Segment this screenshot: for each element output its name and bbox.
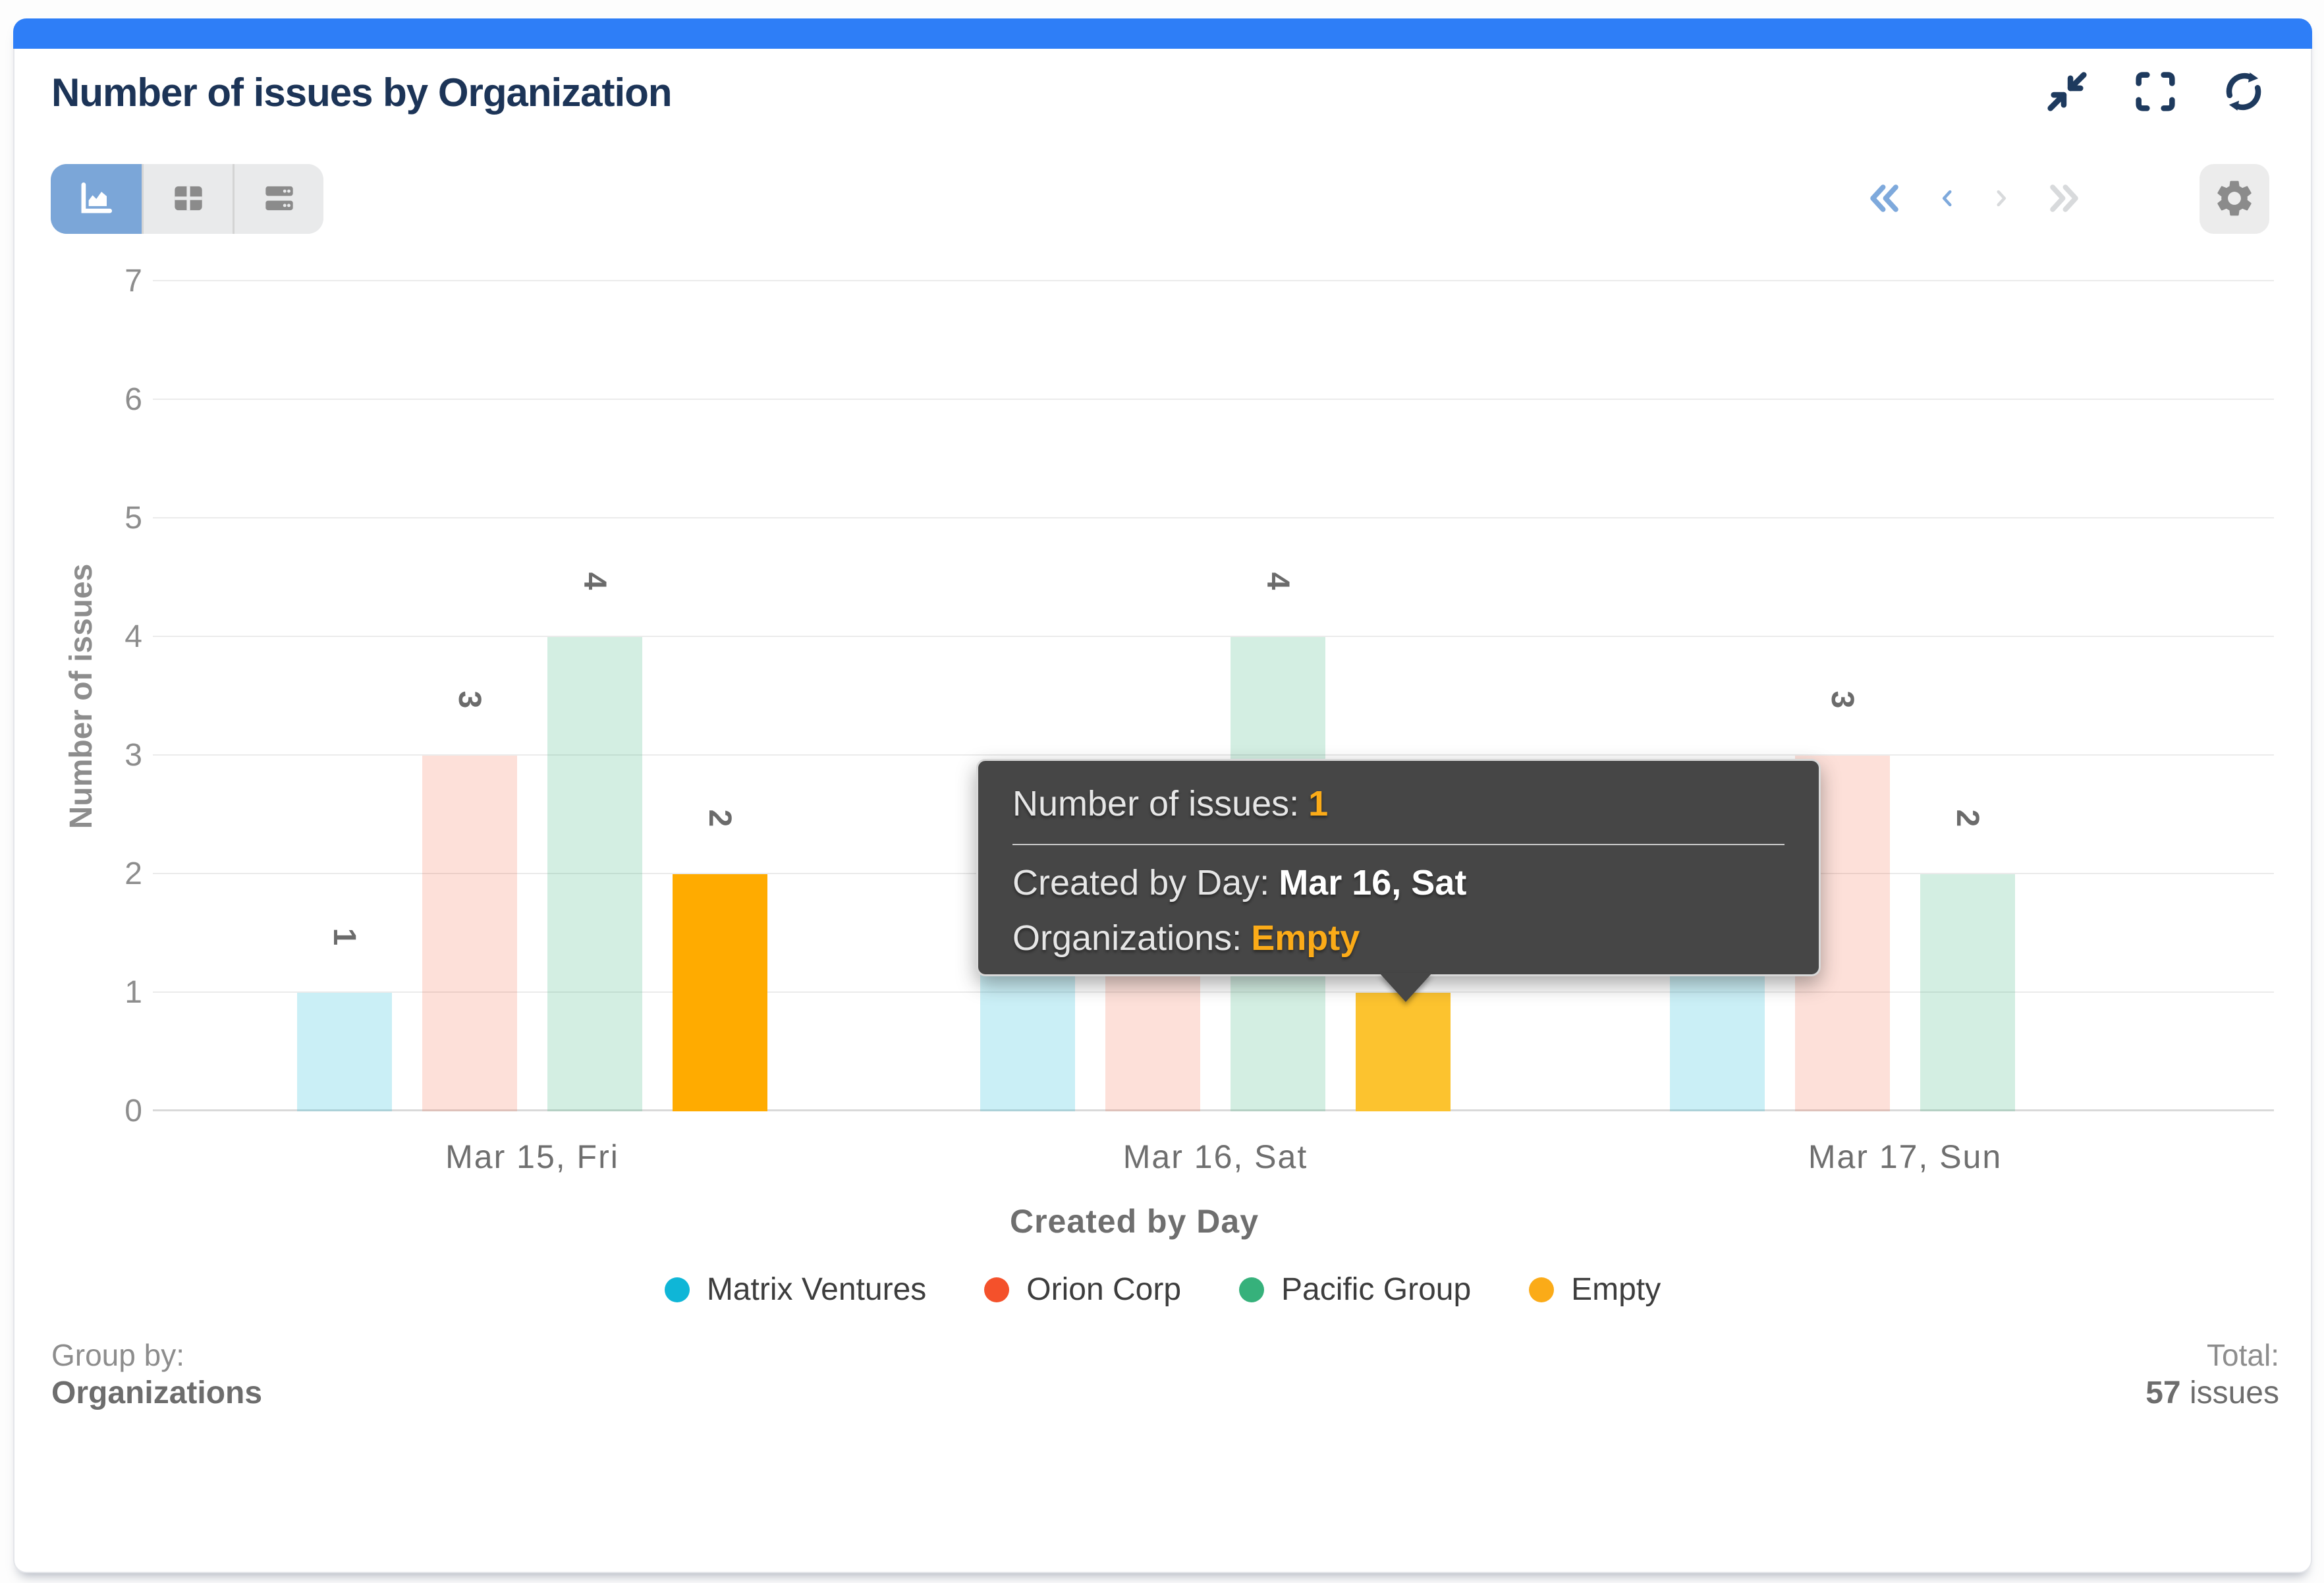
bar-value-label-empty-0: 2 <box>700 771 740 866</box>
settings-button[interactable] <box>2200 164 2269 234</box>
legend-item-empty[interactable]: Empty <box>1529 1271 1661 1308</box>
legend-item-orion-corp[interactable]: Orion Corp <box>984 1271 1181 1308</box>
y-tick-7: 7 <box>70 262 142 300</box>
tooltip-separator <box>1012 844 1784 845</box>
double-chevron-right-icon <box>2045 177 2083 221</box>
bar-value-label-matrix-ventures-0: 1 <box>325 889 364 984</box>
total-value: 57 issues <box>2145 1374 2279 1412</box>
view-chart-button[interactable] <box>51 164 142 234</box>
legend-dot-pacific-group <box>1239 1277 1264 1302</box>
table-icon <box>168 178 209 221</box>
bar-orion-corp-0[interactable] <box>422 756 517 1111</box>
y-tick-0: 0 <box>70 1092 142 1130</box>
report-card: Number of issues by Organization <box>13 18 2312 1573</box>
legend-label-empty: Empty <box>1571 1271 1661 1308</box>
x-label-2: Mar 17, Sun <box>1707 1138 2103 1176</box>
legend-dot-empty <box>1529 1277 1554 1302</box>
view-toggle <box>51 164 323 234</box>
legend-dot-orion-corp <box>984 1277 1009 1302</box>
chart-plot-area: 12232344221 <box>153 281 2274 1111</box>
legend-label-matrix-ventures: Matrix Ventures <box>707 1271 926 1308</box>
fullscreen-icon <box>2130 67 2180 119</box>
tooltip-issues-label: Number of issues: <box>1012 784 1299 823</box>
chevron-left-icon <box>1936 177 1958 221</box>
tooltip-org-value: Empty <box>1251 918 1360 958</box>
bar-pacific-group-2[interactable] <box>1920 874 2015 1111</box>
gridline-7 <box>153 280 2274 281</box>
collapse-button[interactable] <box>2041 66 2093 119</box>
y-tick-6: 6 <box>70 381 142 419</box>
gridline-4 <box>153 636 2274 637</box>
last-page-button <box>2045 176 2083 222</box>
chevron-right-icon <box>1990 177 2012 221</box>
header-icons <box>2041 66 2270 119</box>
x-label-0: Mar 15, Fri <box>335 1138 730 1176</box>
legend-dot-matrix-ventures <box>665 1277 690 1302</box>
bar-value-label-pacific-group-2: 2 <box>1948 771 1987 866</box>
bar-matrix-ventures-0[interactable] <box>297 993 392 1111</box>
group-by-summary: Group by: Organizations <box>51 1336 262 1412</box>
x-label-1: Mar 16, Sat <box>1018 1138 1413 1176</box>
next-page-button <box>1990 176 2012 222</box>
bar-value-label-orion-corp-0: 3 <box>450 652 489 747</box>
bar-value-label-orion-corp-2: 3 <box>1823 652 1862 747</box>
first-page-button[interactable] <box>1866 176 1904 222</box>
double-chevron-left-icon <box>1866 177 1904 221</box>
legend-item-pacific-group[interactable]: Pacific Group <box>1239 1271 1471 1308</box>
gridline-6 <box>153 399 2274 400</box>
legend-label-orion-corp: Orion Corp <box>1026 1271 1181 1308</box>
area-chart-icon <box>76 178 117 221</box>
y-tick-4: 4 <box>70 618 142 656</box>
group-by-label: Group by: <box>51 1336 262 1374</box>
bar-value-label-pacific-group-0: 4 <box>575 534 615 628</box>
y-tick-1: 1 <box>70 974 142 1012</box>
tooltip-day-label: Created by Day: <box>1012 863 1269 903</box>
refresh-icon <box>2219 67 2269 119</box>
x-axis-title: Created by Day <box>871 1202 1398 1240</box>
rows-icon <box>259 178 300 221</box>
bar-empty-1[interactable] <box>1356 993 1451 1111</box>
view-rows-button[interactable] <box>233 164 323 234</box>
total-summary: Total: 57 issues <box>2145 1336 2279 1412</box>
y-tick-3: 3 <box>70 736 142 775</box>
tooltip-pointer <box>1379 973 1432 1002</box>
tooltip-org-label: Organizations: <box>1012 918 1242 958</box>
screen: { "header": { "title": "Number of issues… <box>0 0 2324 1583</box>
tooltip-org-row: Organizations:Empty <box>1012 918 1784 958</box>
legend-item-matrix-ventures[interactable]: Matrix Ventures <box>665 1271 926 1308</box>
fullscreen-button[interactable] <box>2129 66 2182 119</box>
gear-icon <box>2213 177 2256 222</box>
tooltip: Number of issues:1 Created by Day:Mar 16… <box>976 759 1821 976</box>
y-tick-5: 5 <box>70 499 142 538</box>
pagination <box>1866 164 2083 234</box>
tooltip-issues-row: Number of issues:1 <box>1012 783 1784 824</box>
bar-pacific-group-0[interactable] <box>547 637 642 1111</box>
group-by-value: Organizations <box>51 1374 262 1412</box>
prev-page-button[interactable] <box>1936 176 1958 222</box>
bar-empty-0[interactable] <box>673 874 767 1111</box>
card-accent-bar <box>13 18 2312 49</box>
refresh-button[interactable] <box>2217 66 2270 119</box>
bar-value-label-pacific-group-1: 4 <box>1258 534 1298 628</box>
tooltip-issues-value: 1 <box>1308 784 1328 823</box>
legend-label-pacific-group: Pacific Group <box>1281 1271 1471 1308</box>
gridline-5 <box>153 517 2274 518</box>
tooltip-day-row: Created by Day:Mar 16, Sat <box>1012 862 1784 903</box>
page-title: Number of issues by Organization <box>51 70 672 115</box>
collapse-icon <box>2042 67 2092 119</box>
view-table-button[interactable] <box>142 164 233 234</box>
y-tick-2: 2 <box>70 855 142 893</box>
tooltip-day-value: Mar 16, Sat <box>1279 863 1466 903</box>
chart-legend: Matrix Ventures Orion Corp Pacific Group Em… <box>14 1271 2311 1308</box>
y-axis-title: Number of issues <box>63 499 103 894</box>
total-label: Total: <box>2145 1336 2279 1374</box>
